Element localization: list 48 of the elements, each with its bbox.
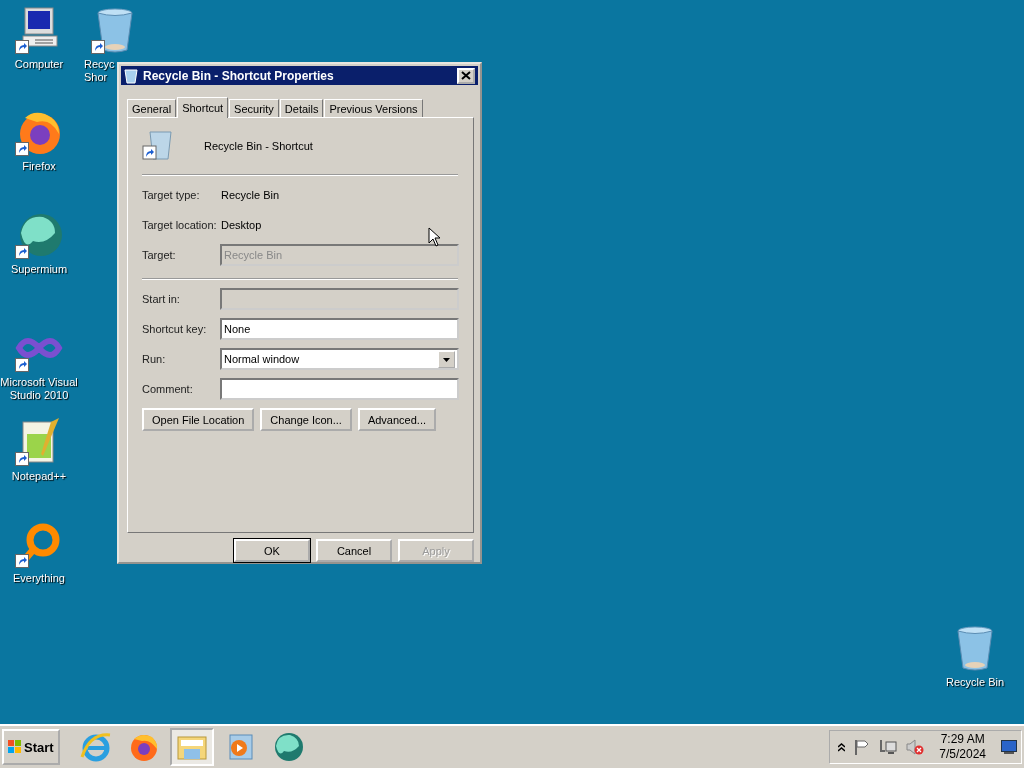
input-field[interactable] [220, 378, 459, 401]
tab[interactable]: Security [229, 99, 279, 118]
clock-time[interactable]: 7:29 AM [940, 732, 985, 747]
dialog-button[interactable]: Cancel [316, 539, 392, 562]
desktop-icon-label[interactable]: Computer [14, 58, 64, 71]
field-label: Shortcut key: [142, 323, 208, 336]
desktop-icon-label[interactable]: Supermium [10, 263, 68, 276]
field-value: Desktop [221, 219, 262, 232]
tab[interactable]: General [127, 99, 177, 118]
dropdown-arrow-icon [438, 350, 455, 368]
desktop-icon-label[interactable]: Firefox [22, 160, 56, 173]
recycle-bin-shortcut-icon [142, 129, 174, 162]
desktop-icon-label[interactable]: Recycle Bin [945, 676, 1005, 689]
muted-speaker-icon[interactable] [906, 739, 925, 755]
tab[interactable]: Previous Versions [324, 99, 423, 118]
windows-logo-icon [8, 740, 22, 754]
start-button[interactable]: Start [2, 729, 60, 765]
field-label: Target type: [142, 189, 201, 202]
desktop-icon-label[interactable]: Microsoft Visual Studio 2010 [0, 376, 78, 402]
action-button[interactable]: Open File Location [142, 408, 255, 432]
close-button[interactable] [457, 67, 475, 84]
flag-icon[interactable] [854, 739, 871, 755]
action-button[interactable]: Advanced... [357, 408, 436, 432]
desktop-icon-label[interactable]: Recyc Shor [84, 58, 115, 84]
network-icon[interactable] [879, 739, 898, 755]
input-field[interactable]: None [220, 318, 459, 341]
tab[interactable]: Shortcut [177, 97, 229, 119]
mouse-cursor-icon [428, 227, 441, 247]
show-desktop-icon[interactable] [1001, 740, 1017, 754]
field-value: Recycle Bin [221, 189, 280, 202]
field-label: Target location: [142, 219, 218, 232]
dropdown[interactable]: Normal window [220, 348, 459, 371]
field-label: Target: [142, 249, 177, 262]
field-label: Comment: [142, 383, 194, 396]
show-hidden-icons-icon[interactable] [838, 742, 846, 752]
window-title: Recycle Bin - Shortcut Properties [143, 68, 335, 83]
tab[interactable]: Details [279, 99, 324, 118]
shortcut-name: Recycle Bin - Shortcut [204, 140, 313, 153]
desktop-icon-label[interactable]: Everything [13, 572, 65, 585]
field-label: Run: [142, 353, 167, 366]
recycle-bin-icon [124, 67, 138, 84]
dialog-button[interactable]: OK [234, 539, 310, 562]
action-button[interactable]: Change Icon... [260, 408, 352, 432]
close-icon [461, 71, 471, 81]
field-label: Start in: [142, 293, 181, 306]
internet-explorer-icon [79, 731, 112, 763]
desktop-icon-label[interactable]: Notepad++ [11, 470, 67, 483]
clock-date[interactable]: 7/5/2024 [939, 747, 986, 762]
